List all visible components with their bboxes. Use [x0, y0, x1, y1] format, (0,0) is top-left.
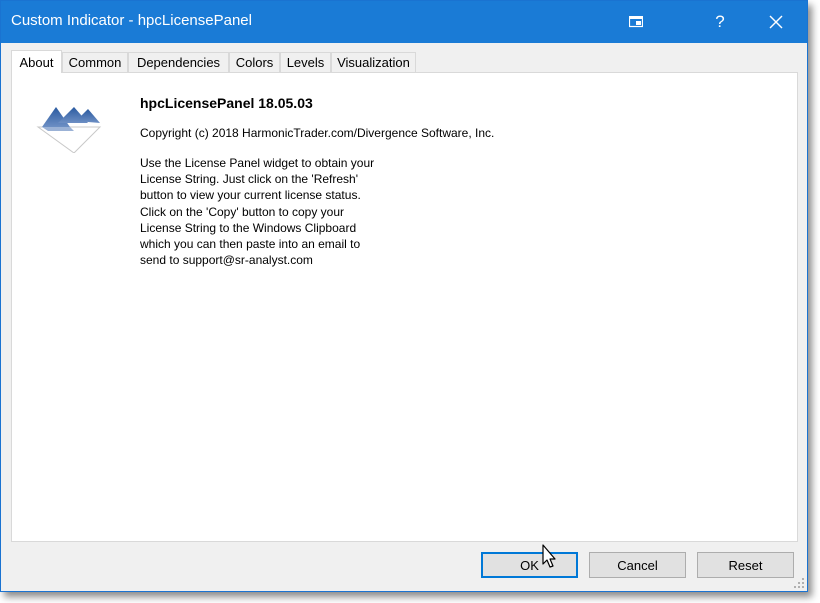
close-button[interactable] [753, 1, 799, 43]
tab-visualization[interactable]: Visualization [331, 52, 416, 72]
tab-levels[interactable]: Levels [280, 52, 331, 72]
tab-about[interactable]: About [11, 50, 62, 73]
help-button[interactable]: ? [697, 1, 743, 43]
about-panel: hpcLicensePanel 18.05.03 Copyright (c) 2… [11, 72, 798, 542]
dialog-window: Custom Indicator - hpcLicensePanel ? Abo… [0, 0, 808, 592]
description-line: Click on the 'Copy' button to copy your [140, 204, 345, 219]
description-line: Use the License Panel widget to obtain y… [140, 156, 375, 170]
description-line: send to support@sr-analyst.com [140, 253, 313, 268]
description-line: License String to the Windows Clipboard [140, 220, 357, 235]
pin-window-icon[interactable] [613, 1, 659, 43]
resize-grip-icon[interactable] [793, 577, 805, 589]
close-icon [769, 15, 783, 29]
tab-common[interactable]: Common [62, 52, 128, 72]
cancel-button[interactable]: Cancel [589, 552, 686, 578]
copyright-text: Copyright (c) 2018 HarmonicTrader.com/Di… [140, 126, 495, 140]
description-text: Use the License Panel widget to obtain y… [140, 155, 374, 268]
product-name: hpcLicensePanel 18.05.03 [140, 95, 313, 111]
mountain-logo-icon [36, 107, 102, 153]
window-title: Custom Indicator - hpcLicensePanel [11, 12, 252, 29]
tab-colors[interactable]: Colors [229, 52, 280, 72]
ok-button[interactable]: OK [481, 552, 578, 578]
reset-button[interactable]: Reset [697, 552, 794, 578]
description-line: which you can then paste into an email t… [140, 237, 361, 252]
tab-dependencies[interactable]: Dependencies [128, 52, 229, 72]
description-line: License String. Just click on the 'Refre… [140, 172, 359, 187]
mouse-cursor-icon [542, 544, 556, 568]
description-line: button to view your current license stat… [140, 188, 361, 203]
title-bar[interactable]: Custom Indicator - hpcLicensePanel ? [1, 1, 807, 43]
